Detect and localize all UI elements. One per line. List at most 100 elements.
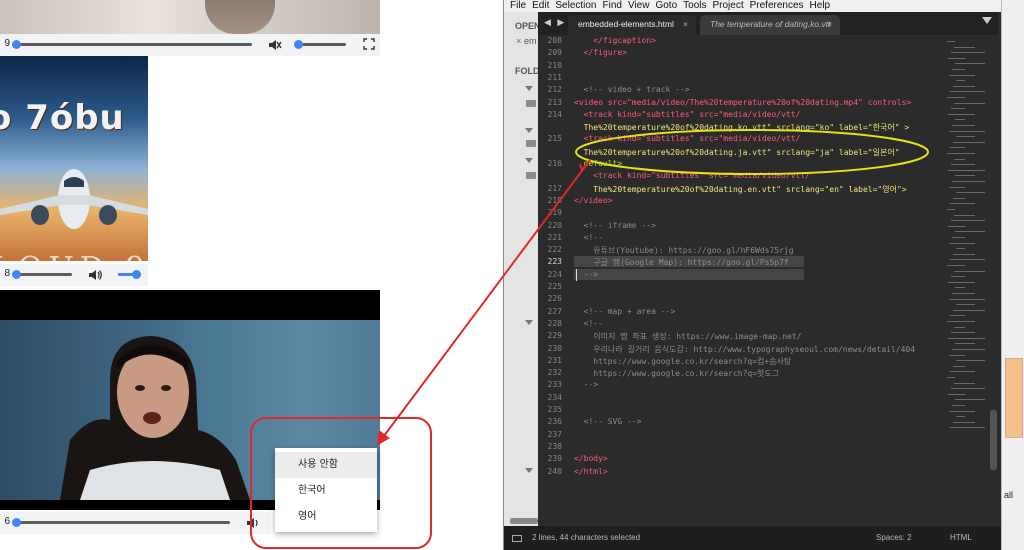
horizontal-scrollbar[interactable] bbox=[510, 518, 538, 524]
menu-goto[interactable]: Goto bbox=[655, 0, 677, 11]
open-file-item[interactable]: em bbox=[524, 36, 537, 46]
line-number: 228 bbox=[547, 318, 562, 328]
audio-volume-thumb[interactable] bbox=[132, 270, 141, 279]
expand-arrow-icon[interactable] bbox=[525, 158, 533, 163]
code-line: </figure> bbox=[574, 48, 627, 58]
video-3-seekbar[interactable] bbox=[16, 521, 230, 524]
line-number: 220 bbox=[547, 220, 562, 230]
tab-dropdown-icon[interactable] bbox=[982, 17, 992, 24]
close-tab-icon[interactable]: × bbox=[827, 15, 832, 33]
menu-file[interactable]: File bbox=[510, 0, 526, 11]
video-1-seekbar[interactable] bbox=[16, 43, 252, 46]
line-number: 236 bbox=[547, 417, 562, 427]
speaker-icon[interactable] bbox=[88, 268, 102, 282]
menu-preferences[interactable]: Preferences bbox=[750, 0, 804, 11]
folder-icon bbox=[526, 172, 536, 179]
minimap-line bbox=[955, 399, 985, 401]
selected-line-highlight bbox=[574, 268, 804, 280]
video-1-frame[interactable] bbox=[0, 0, 380, 34]
menu-view[interactable]: View bbox=[628, 0, 650, 11]
minimap-line bbox=[951, 52, 985, 54]
airplane-image bbox=[0, 169, 148, 229]
code-line: </html> bbox=[574, 466, 608, 476]
audio-time: 8 bbox=[4, 268, 10, 279]
close-file-icon[interactable]: × bbox=[516, 36, 521, 46]
expand-arrow-icon[interactable] bbox=[525, 86, 533, 91]
code-line: <!-- SVG --> bbox=[574, 417, 642, 427]
menu-tools[interactable]: Tools bbox=[683, 0, 706, 11]
tab-embedded-elements[interactable]: embedded-elements.html × bbox=[568, 15, 696, 35]
minimap-line bbox=[949, 130, 985, 132]
code-line: </video> bbox=[574, 195, 613, 205]
code-line: <video src="media/video/The%20temperatur… bbox=[574, 97, 912, 107]
video-1-volume-slider[interactable] bbox=[298, 43, 346, 46]
line-number: 233 bbox=[547, 380, 562, 390]
minimap-line bbox=[949, 410, 975, 412]
fullscreen-icon[interactable] bbox=[362, 38, 376, 52]
code-area[interactable]: </figcaption> </figure> <!-- video + tra… bbox=[574, 35, 944, 526]
minimap-line bbox=[953, 365, 965, 367]
video-1-volume-thumb[interactable] bbox=[294, 40, 303, 49]
menu-selection[interactable]: Selection bbox=[555, 0, 596, 11]
line-number: 227 bbox=[547, 306, 562, 316]
minimap-line bbox=[956, 304, 975, 306]
minimap-line bbox=[951, 220, 985, 222]
folder-icon bbox=[526, 100, 536, 107]
video-1-seek-thumb[interactable] bbox=[12, 40, 21, 49]
minimap-line bbox=[949, 298, 985, 300]
minimap-line bbox=[950, 147, 965, 149]
menu-help[interactable]: Help bbox=[810, 0, 831, 11]
code-line: <track kind="subtitles" src="media/video… bbox=[574, 134, 801, 144]
minimap-line bbox=[950, 427, 985, 429]
minimap-line bbox=[947, 209, 955, 210]
screenshot-root: 9 o 7óbu LOUD 9 8 bbox=[0, 0, 1024, 550]
minimap-line bbox=[950, 91, 985, 93]
minimap-line bbox=[952, 349, 985, 350]
minimap-line bbox=[950, 371, 975, 373]
minimap-line bbox=[952, 69, 965, 70]
syntax-status[interactable]: HTML bbox=[950, 526, 972, 550]
line-number: 234 bbox=[547, 392, 562, 402]
poster-logo-text: o 7óbu bbox=[0, 98, 125, 138]
menu-project[interactable]: Project bbox=[713, 0, 744, 11]
muted-speaker-icon[interactable] bbox=[268, 38, 282, 52]
line-number: 238 bbox=[547, 441, 562, 451]
background-text: all bbox=[1004, 490, 1014, 500]
close-tab-icon[interactable]: × bbox=[683, 15, 688, 33]
minimap-line bbox=[951, 388, 985, 390]
poster-bottom-text: LOUD 9 bbox=[0, 251, 148, 261]
audio-seekbar[interactable] bbox=[16, 273, 72, 276]
text-caret bbox=[576, 268, 577, 281]
minimap-line bbox=[949, 74, 975, 76]
expand-arrow-icon[interactable] bbox=[525, 320, 533, 325]
tab-label: The temperature of dating.ko.vtt bbox=[710, 19, 831, 29]
line-number: 231 bbox=[547, 355, 562, 365]
menu-edit[interactable]: Edit bbox=[532, 0, 549, 11]
minimap-line bbox=[956, 136, 975, 138]
line-number: 212 bbox=[547, 85, 562, 95]
indentation-status[interactable]: Spaces: 2 bbox=[876, 526, 912, 550]
minimap-line bbox=[949, 242, 975, 244]
expand-arrow-icon[interactable] bbox=[525, 128, 533, 133]
menu-find[interactable]: Find bbox=[603, 0, 622, 11]
minimap-line bbox=[955, 119, 965, 121]
line-number: 208 bbox=[547, 36, 562, 45]
minimap-line bbox=[956, 248, 965, 250]
selection-status: 2 lines, 44 characters selected bbox=[532, 533, 641, 542]
video-3-seek-thumb[interactable] bbox=[12, 518, 21, 527]
minimap-line bbox=[948, 281, 975, 283]
expand-arrow-icon[interactable] bbox=[525, 468, 533, 473]
code-line: The%20temperature%20of%20dating.ko.vtt" … bbox=[574, 123, 910, 133]
minimap-line bbox=[948, 169, 985, 171]
code-editor-window: File Edit Selection Find View Goto Tools Projec… bbox=[503, 0, 1024, 550]
minimap-line bbox=[947, 41, 955, 42]
minimap-line bbox=[954, 382, 975, 384]
minimap-line bbox=[955, 343, 975, 345]
code-line: 유튜브(Youtube): https://goo.gl/hF6Wds75rjg bbox=[574, 246, 794, 256]
tab-ko-vtt[interactable]: The temperature of dating.ko.vtt × bbox=[700, 15, 840, 35]
vertical-scrollbar[interactable] bbox=[990, 410, 997, 470]
panel-toggle-icon[interactable] bbox=[512, 535, 522, 542]
line-number: 215 bbox=[547, 134, 562, 144]
tab-nav-arrows[interactable]: ◀ ▶ bbox=[544, 17, 566, 28]
audio-seek-thumb[interactable] bbox=[12, 270, 21, 279]
